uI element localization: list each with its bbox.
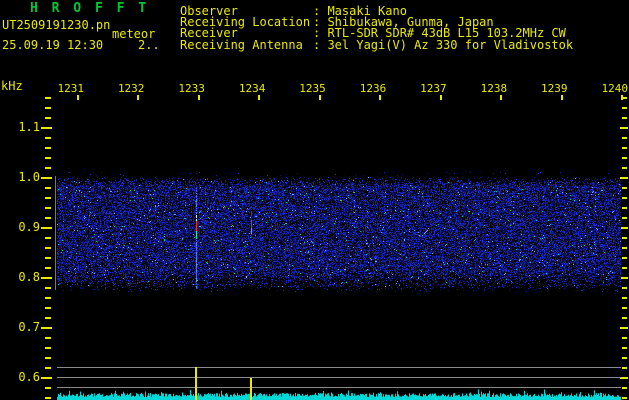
freq-minor-tick-right (622, 367, 627, 369)
freq-minor-tick (45, 157, 51, 159)
time-label: 1234 (238, 82, 266, 95)
freq-minor-tick (45, 257, 51, 259)
freq-minor-tick (45, 147, 51, 149)
datetime-label: 25.09.19 12:30 (2, 38, 104, 52)
freq-minor-tick-right (622, 157, 627, 159)
freq-minor-tick-right (622, 287, 627, 289)
freq-minor-tick (45, 217, 51, 219)
freq-minor-tick (45, 107, 51, 109)
freq-minor-tick-right (622, 147, 627, 149)
freq-major-tick-right (620, 227, 628, 229)
echo-counter: 2.. (138, 38, 160, 52)
freq-minor-tick (45, 367, 51, 369)
freq-minor-tick (45, 97, 51, 99)
freq-minor-tick-right (622, 107, 627, 109)
time-label: 1231 (57, 82, 85, 95)
app-title: H R O F F T (30, 1, 150, 16)
freq-major-tick-right (620, 127, 628, 129)
freq-minor-tick-right (622, 137, 627, 139)
freq-minor-tick-right (622, 337, 627, 339)
freq-minor-tick (45, 387, 51, 389)
freq-major-tick (41, 227, 52, 229)
time-label: 1239 (541, 82, 568, 95)
freq-minor-tick (45, 117, 51, 119)
freq-minor-tick-right (622, 347, 627, 349)
freq-minor-tick (45, 237, 51, 239)
freq-major-tick-right (620, 327, 628, 329)
freq-minor-tick-right (622, 317, 627, 319)
freq-label: 0.7 (18, 320, 40, 334)
freq-minor-tick-right (622, 237, 627, 239)
freq-minor-tick-right (622, 207, 627, 209)
receiving-antenna-label: Receiving Antenna (180, 38, 303, 52)
freq-major-tick (41, 177, 52, 179)
time-label: 1240 (601, 82, 629, 95)
freq-minor-tick (45, 347, 51, 349)
freq-minor-tick-right (622, 387, 627, 389)
freq-major-tick (41, 377, 52, 379)
freq-minor-tick (45, 307, 51, 309)
time-label: 1236 (359, 82, 387, 95)
output-filename: UT2509191230.pn (2, 18, 111, 32)
freq-minor-tick-right (622, 217, 627, 219)
freq-minor-tick-right (622, 97, 627, 99)
freq-label: 0.8 (18, 270, 40, 284)
freq-label: 1.1 (18, 120, 40, 134)
time-label: 1235 (299, 82, 326, 95)
freq-minor-tick (45, 267, 51, 269)
freq-major-tick (41, 277, 52, 279)
freq-major-tick-right (620, 377, 628, 379)
freq-minor-tick-right (622, 297, 627, 299)
freq-minor-tick-right (622, 397, 627, 399)
freq-minor-tick-right (622, 307, 627, 309)
time-label: 1238 (480, 82, 508, 95)
freq-label: 0.9 (18, 220, 40, 234)
freq-major-tick (41, 127, 52, 129)
freq-minor-tick (45, 207, 51, 209)
freq-minor-tick (45, 167, 51, 169)
spectrogram-canvas (57, 100, 621, 400)
freq-major-tick-right (620, 277, 628, 279)
freq-minor-tick (45, 197, 51, 199)
freq-minor-tick (45, 137, 51, 139)
time-label: 1232 (117, 82, 145, 95)
freq-minor-tick (45, 317, 51, 319)
freq-major-tick (41, 327, 52, 329)
time-label: 1237 (420, 82, 447, 95)
freq-major-tick-right (620, 177, 628, 179)
freq-minor-tick-right (622, 187, 627, 189)
spectrogram-left-border (55, 176, 56, 290)
freq-minor-tick-right (622, 267, 627, 269)
freq-minor-tick (45, 287, 51, 289)
freq-minor-tick-right (622, 257, 627, 259)
receiving-antenna-value: : 3el Yagi(V) Az 330 for Vladivostok (313, 38, 574, 52)
freq-minor-tick-right (622, 357, 627, 359)
freq-minor-tick (45, 297, 51, 299)
freq-minor-tick (45, 337, 51, 339)
freq-minor-tick (45, 397, 51, 399)
freq-minor-tick-right (622, 247, 627, 249)
khz-unit-label: kHz (1, 79, 23, 93)
freq-minor-tick (45, 247, 51, 249)
freq-minor-tick-right (622, 117, 627, 119)
freq-minor-tick-right (622, 167, 627, 169)
time-label: 1233 (178, 82, 205, 95)
hrofft-screen: H R O F F T UT2509191230.pn meteor 25.09… (0, 0, 629, 400)
freq-label: 0.6 (18, 370, 40, 384)
freq-minor-tick-right (622, 197, 627, 199)
freq-minor-tick (45, 187, 51, 189)
freq-minor-tick (45, 357, 51, 359)
freq-label: 1.0 (18, 170, 40, 184)
